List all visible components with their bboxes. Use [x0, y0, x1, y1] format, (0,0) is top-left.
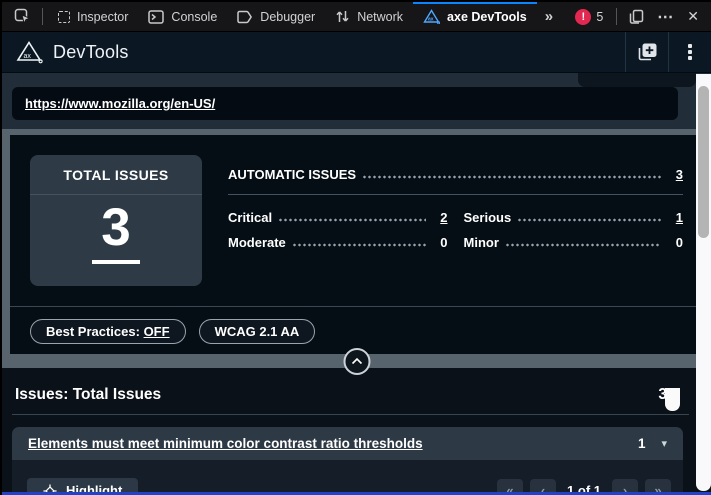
tab-axe-devtools[interactable]: ax axe DevTools [413, 2, 537, 31]
automatic-issues-count-link[interactable]: 3 [667, 167, 683, 182]
element-picker-icon [14, 8, 31, 25]
severity-row-serious: Serious 1 [464, 210, 684, 225]
console-icon [148, 10, 164, 24]
issues-divider [12, 414, 689, 415]
split-console-button[interactable] [622, 2, 650, 31]
severity-label: Moderate [228, 235, 286, 250]
severity-row-minor: Minor 0 [464, 235, 684, 250]
minor-count: 0 [667, 235, 683, 250]
summary-stats-row: TOTAL ISSUES 3 AUTOMATIC ISSUES 3 Critic… [30, 155, 683, 286]
wcag-standard-pill[interactable]: WCAG 2.1 AA [199, 319, 316, 344]
axe-tab-icon: ax [423, 9, 440, 24]
devtools-menu-button[interactable]: ⋯ [650, 7, 681, 27]
severity-grid: Critical 2 Serious 1 Moderate 0 [228, 210, 683, 250]
axe-header-actions [625, 32, 711, 72]
best-practices-state: OFF [144, 324, 170, 339]
debugger-icon [237, 10, 253, 24]
axe-header: ax DevTools [2, 32, 711, 73]
tabbar-separator [616, 8, 617, 25]
total-issues-card: TOTAL ISSUES 3 [30, 155, 202, 286]
serious-count-link[interactable]: 1 [667, 210, 683, 225]
devtools-tabbar: Inspector Console Debugger Network [2, 2, 711, 32]
scrollbar-thumb[interactable] [698, 86, 709, 238]
devtools-window: Inspector Console Debugger Network [0, 0, 711, 495]
chevron-down-icon[interactable]: ▾ [661, 437, 667, 450]
total-issues-value-link[interactable]: 3 [92, 196, 139, 264]
url-section: https://www.mozilla.org/en-US/ [2, 73, 711, 129]
automatic-issues-label: AUTOMATIC ISSUES [228, 167, 356, 182]
dotted-leader [505, 243, 661, 247]
tab-label: Network [357, 10, 403, 24]
network-icon [335, 9, 350, 24]
tab-label: axe DevTools [447, 10, 527, 24]
issue-rule-link[interactable]: Elements must meet minimum color contras… [28, 436, 423, 451]
scrollbar-track[interactable] [696, 74, 711, 491]
axe-logo-icon: ax [16, 40, 43, 64]
automatic-issues-row: AUTOMATIC ISSUES 3 [228, 167, 683, 182]
svg-text:ax: ax [428, 17, 434, 23]
total-card-divider [30, 194, 202, 195]
tabbar-separator [42, 8, 43, 25]
moderate-count: 0 [432, 235, 448, 250]
inspector-icon [58, 11, 70, 23]
severity-label: Minor [464, 235, 499, 250]
error-count[interactable]: 5 [596, 10, 603, 24]
issues-heading: Issues: Total Issues [15, 386, 161, 404]
tab-debugger[interactable]: Debugger [227, 2, 325, 31]
summary-panel-divider [10, 306, 703, 307]
issue-breakdown: AUTOMATIC ISSUES 3 Critical 2 Serious [228, 155, 683, 286]
dotted-leader [517, 218, 661, 222]
close-devtools-button[interactable]: ✕ [681, 8, 707, 25]
summary-panel: TOTAL ISSUES 3 AUTOMATIC ISSUES 3 Critic… [10, 135, 703, 354]
tab-label: Inspector [77, 10, 128, 24]
tab-console[interactable]: Console [138, 2, 227, 31]
issue-accordion-item: Elements must meet minimum color contras… [12, 427, 683, 495]
scanned-url-card: https://www.mozilla.org/en-US/ [12, 87, 678, 120]
collapse-summary-button[interactable] [343, 348, 370, 375]
new-window-plus-icon [635, 40, 659, 64]
wcag-standard-label: WCAG 2.1 AA [215, 324, 300, 339]
tab-label: Debugger [260, 10, 315, 24]
chevron-up-icon [350, 357, 363, 366]
scan-options-row: Best Practices: OFF WCAG 2.1 AA [30, 319, 315, 344]
scanned-url-link[interactable]: https://www.mozilla.org/en-US/ [25, 96, 215, 111]
dotted-leader [362, 175, 661, 179]
issue-detail-toolbar: Highlight « ‹ 1 of 1 › » [12, 460, 683, 495]
svg-text:ax: ax [24, 53, 32, 60]
tab-inspector[interactable]: Inspector [48, 2, 138, 31]
issue-accordion-header[interactable]: Elements must meet minimum color contras… [12, 427, 683, 460]
issue-instance-count: 1 [638, 436, 646, 451]
axe-panel-title: DevTools [53, 42, 129, 63]
severity-label: Critical [228, 210, 272, 225]
best-practices-toggle[interactable]: Best Practices: OFF [30, 319, 186, 344]
total-issues-label: TOTAL ISSUES [30, 155, 202, 194]
dotted-leader [292, 243, 426, 247]
kebab-menu-icon [688, 44, 692, 60]
error-badge-icon[interactable]: ! [575, 9, 591, 25]
tab-overflow-button[interactable]: » [537, 8, 561, 25]
issues-section: Issues: Total Issues 3 Elements must mee… [2, 368, 711, 495]
element-picker-button[interactable] [8, 2, 37, 31]
tab-network[interactable]: Network [325, 2, 413, 31]
critical-count-link[interactable]: 2 [432, 210, 448, 225]
summary-band: TOTAL ISSUES 3 AUTOMATIC ISSUES 3 Critic… [2, 129, 711, 368]
severity-row-moderate: Moderate 0 [228, 235, 448, 250]
best-practices-label: Best Practices: [46, 324, 144, 339]
severity-row-critical: Critical 2 [228, 210, 448, 225]
tab-label: Console [171, 10, 217, 24]
breakdown-divider [228, 194, 683, 195]
axe-options-menu-button[interactable] [669, 32, 711, 72]
open-new-window-button[interactable] [626, 32, 668, 72]
split-console-icon [628, 9, 644, 25]
partially-scrolled-element [578, 73, 696, 87]
inner-scrollbar-thumb[interactable] [665, 388, 680, 411]
severity-label: Serious [464, 210, 512, 225]
dotted-leader [278, 218, 425, 222]
